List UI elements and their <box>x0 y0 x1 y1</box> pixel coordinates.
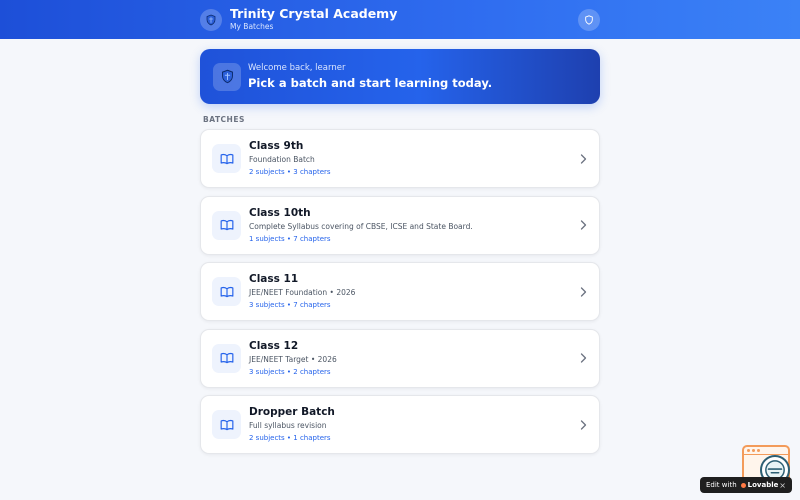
brand: Trinity Crystal Academy My Batches <box>230 7 397 32</box>
window-dot-icon <box>747 449 750 452</box>
batch-card-dropper-batch[interactable]: Dropper Batch Full syllabus revision 2 s… <box>200 395 600 454</box>
batch-title: Dropper Batch <box>249 406 335 418</box>
batch-text: Class 10th Complete Syllabus covering of… <box>249 207 579 244</box>
banner-text: Welcome back, learner Pick a batch and s… <box>248 63 492 91</box>
batch-icon-box <box>212 277 241 306</box>
chevron-right-icon <box>579 352 587 364</box>
batch-title: Class 11 <box>249 273 299 285</box>
book-open-icon <box>220 286 233 297</box>
shield-logo-icon <box>221 69 233 84</box>
batch-description: JEE/NEET Foundation • 2026 <box>249 288 356 297</box>
lovable-heart-icon <box>740 482 746 488</box>
batch-text: Class 11 JEE/NEET Foundation • 2026 3 su… <box>249 273 579 310</box>
banner-logo <box>213 62 241 91</box>
book-open-icon <box>220 219 233 231</box>
batch-icon-box <box>212 210 241 240</box>
batch-icon-box <box>212 410 241 439</box>
app-title: Trinity Crystal Academy <box>230 6 398 21</box>
batch-meta: 3 subjects • 7 chapters <box>249 301 331 309</box>
batch-meta: 2 subjects • 3 chapters <box>249 168 331 176</box>
batch-title: Class 9th <box>249 140 304 152</box>
batch-card-class-10th[interactable]: Class 10th Complete Syllabus covering of… <box>200 195 600 255</box>
page-subtitle: My Batches <box>230 22 274 31</box>
batch-card-class-12[interactable]: Class 12 JEE/NEET Target • 2026 3 subjec… <box>200 328 600 388</box>
batch-card-class-11[interactable]: Class 11 JEE/NEET Foundation • 2026 3 su… <box>200 262 600 321</box>
batch-card-class-9th[interactable]: Class 9th Foundation Batch 2 subjects • … <box>200 129 600 188</box>
batch-text: Dropper Batch Full syllabus revision 2 s… <box>249 406 579 443</box>
banner-title: Pick a batch and start learning today. <box>248 75 493 90</box>
book-open-icon <box>220 153 233 164</box>
batch-icon-box <box>212 343 241 373</box>
batch-description: JEE/NEET Target • 2026 <box>249 354 337 364</box>
batch-description: Complete Syllabus covering of CBSE, ICSE… <box>249 221 473 231</box>
shield-icon <box>585 14 593 25</box>
book-open-icon <box>220 352 233 364</box>
lovable-brand-text: Lovable <box>747 481 779 489</box>
batch-text: Class 12 JEE/NEET Target • 2026 3 subjec… <box>249 340 579 377</box>
lovable-brand: Lovable <box>740 481 779 489</box>
window-dot-icon <box>757 449 760 452</box>
batch-list: Class 9th Foundation Batch 2 subjects • … <box>200 129 600 462</box>
top-app-bar: Trinity Crystal Academy My Batches <box>0 0 800 39</box>
close-icon[interactable]: × <box>779 481 786 490</box>
batch-title: Class 10th <box>249 206 311 219</box>
welcome-text: Welcome back, learner <box>248 62 346 73</box>
book-open-icon <box>220 419 233 430</box>
batch-meta: 2 subjects • 1 chapters <box>249 434 331 442</box>
batch-meta: 1 subjects • 7 chapters <box>249 234 331 243</box>
profile-shield-button[interactable] <box>578 8 600 31</box>
batch-icon-box <box>212 144 241 173</box>
chevron-right-icon <box>579 219 587 231</box>
welcome-banner: Welcome back, learner Pick a batch and s… <box>200 49 600 104</box>
shield-logo-icon <box>206 14 216 25</box>
chevron-right-icon <box>579 153 587 165</box>
top-app-bar-content: Trinity Crystal Academy My Batches <box>200 0 600 39</box>
window-dot-icon <box>752 449 755 452</box>
batch-description: Foundation Batch <box>249 155 315 164</box>
batch-meta: 3 subjects • 2 chapters <box>249 367 331 376</box>
batch-text: Class 9th Foundation Batch 2 subjects • … <box>249 140 579 177</box>
academy-logo <box>200 8 222 31</box>
edit-prefix: Edit with <box>706 481 737 489</box>
batch-title: Class 12 <box>249 339 299 352</box>
chevron-right-icon <box>579 286 587 298</box>
edit-with-lovable-badge[interactable]: Edit with Lovable × <box>700 477 792 493</box>
section-label-batches: BATCHES <box>203 115 245 124</box>
chevron-right-icon <box>579 419 587 431</box>
batch-description: Full syllabus revision <box>249 421 327 430</box>
widget-header <box>744 447 788 455</box>
